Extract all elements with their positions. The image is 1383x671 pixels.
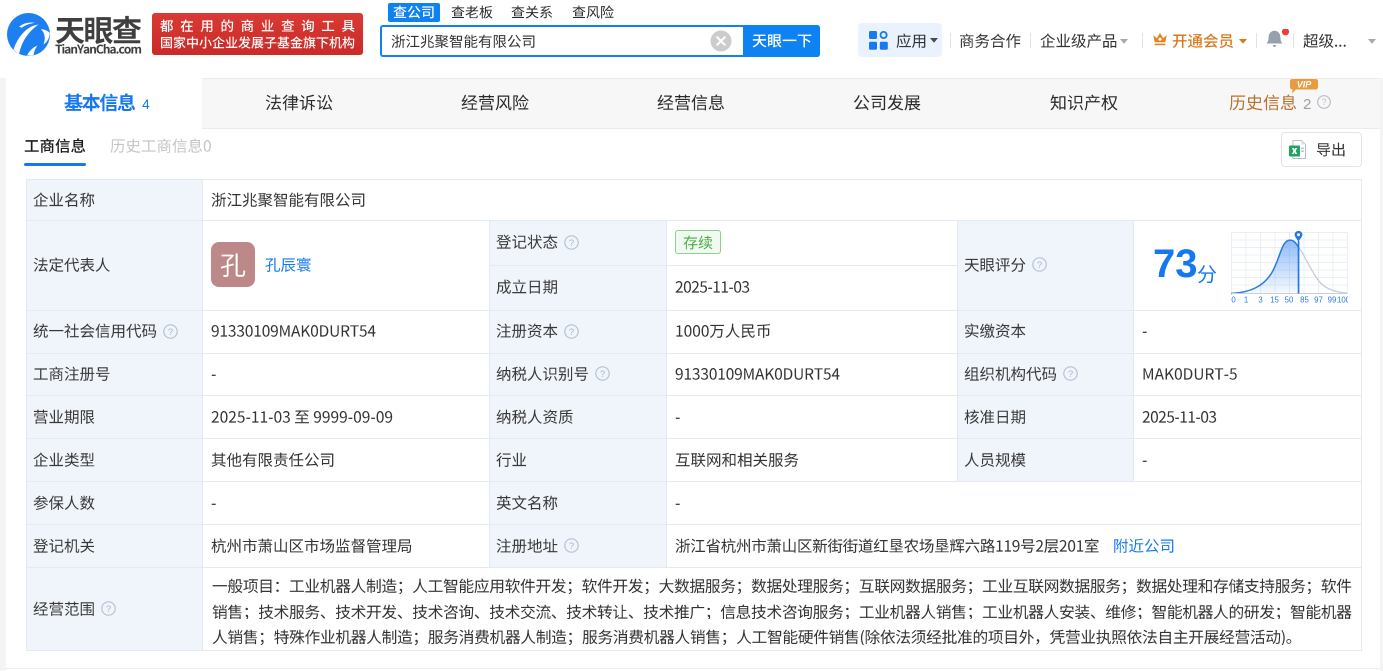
svg-text:VIP: VIP <box>1297 79 1313 89</box>
svg-text:?: ? <box>1321 97 1326 107</box>
